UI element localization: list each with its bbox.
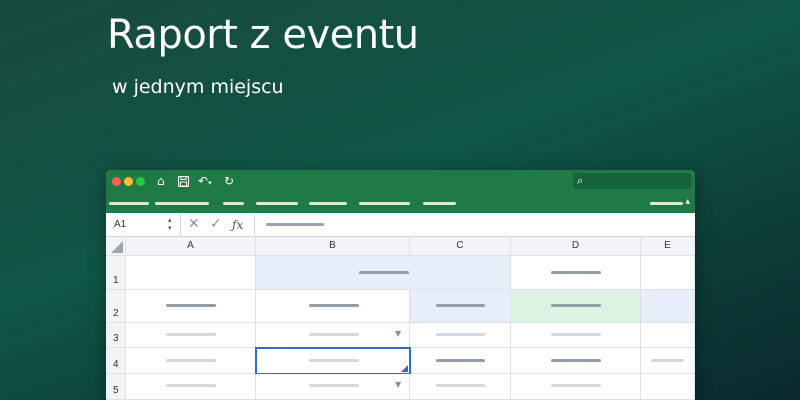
- spreadsheet-window: ⌂ ↶▾ ↻ ⌕ ▲ A1 ▴ ▾ ✕ ✓ ƒx A B C D E 1 2 3…: [106, 170, 695, 400]
- cell-d2[interactable]: [511, 290, 641, 323]
- save-icon[interactable]: [177, 174, 190, 190]
- chevron-down-icon[interactable]: ▼: [395, 329, 401, 338]
- column-header-a[interactable]: A: [126, 237, 256, 256]
- ribbon-tab[interactable]: [155, 202, 209, 205]
- cell-selection[interactable]: [255, 347, 411, 375]
- close-window-button[interactable]: [112, 177, 121, 186]
- cell-reference: A1: [114, 219, 127, 230]
- cell-e5[interactable]: [641, 374, 695, 400]
- cell-d5[interactable]: [511, 374, 641, 400]
- divider: [254, 215, 255, 235]
- row-header-2[interactable]: 2: [106, 290, 126, 323]
- cell-a4[interactable]: [126, 348, 256, 374]
- cell-c4[interactable]: [410, 348, 511, 374]
- cell-a3[interactable]: [126, 323, 256, 348]
- select-all-corner[interactable]: [106, 237, 126, 256]
- ribbon-tab[interactable]: [223, 202, 244, 205]
- cell-b5-dropdown[interactable]: ▼: [256, 374, 410, 400]
- ribbon-tab[interactable]: [309, 202, 347, 205]
- cell-b1-merged[interactable]: [256, 256, 511, 290]
- column-header-e[interactable]: E: [641, 237, 695, 256]
- cell-d4[interactable]: [511, 348, 641, 374]
- chevron-updown-icon: ▴ ▾: [168, 216, 172, 232]
- column-header-b[interactable]: B: [256, 237, 410, 256]
- row-header-4[interactable]: 4: [106, 348, 126, 374]
- cell-b3-dropdown[interactable]: ▼: [256, 323, 410, 348]
- cell-a2[interactable]: [126, 290, 256, 323]
- ribbon-tab[interactable]: [650, 202, 683, 205]
- search-icon: ⌕: [577, 174, 584, 187]
- column-header-d[interactable]: D: [511, 237, 641, 256]
- cell-d3[interactable]: [511, 323, 641, 348]
- cancel-icon[interactable]: ✕: [188, 216, 200, 232]
- title-bar: ⌂ ↶▾ ↻ ⌕ ▲: [106, 170, 695, 213]
- row-header-1[interactable]: 1: [106, 256, 126, 290]
- cell-d1[interactable]: [511, 256, 641, 290]
- chevron-down-icon[interactable]: ▼: [395, 380, 401, 389]
- name-box[interactable]: A1 ▴ ▾: [106, 213, 181, 237]
- redo-icon[interactable]: ↻: [224, 174, 234, 188]
- row-number: 1: [113, 275, 119, 286]
- function-icon[interactable]: ƒx: [232, 218, 243, 232]
- ribbon-tab[interactable]: [109, 202, 149, 205]
- undo-icon[interactable]: ↶▾: [198, 174, 212, 190]
- cell-e1[interactable]: [641, 256, 695, 290]
- maximize-window-button[interactable]: [136, 177, 145, 186]
- row-header-3[interactable]: 3: [106, 323, 126, 348]
- cell-e4[interactable]: [641, 348, 695, 374]
- ribbon-tab[interactable]: [423, 202, 456, 205]
- home-icon[interactable]: ⌂: [157, 174, 165, 188]
- cell-a1[interactable]: [126, 256, 256, 290]
- collapse-ribbon-icon[interactable]: ▲: [685, 198, 690, 205]
- formula-bar: A1 ▴ ▾ ✕ ✓ ƒx: [106, 213, 695, 237]
- hero-subtitle: w jednym miejscu: [112, 76, 284, 98]
- row-header-5[interactable]: 5: [106, 374, 126, 400]
- cell-e3[interactable]: [641, 323, 695, 348]
- hero-title: Raport z eventu: [107, 12, 419, 58]
- formula-input[interactable]: [266, 223, 324, 226]
- fill-handle[interactable]: [401, 365, 408, 372]
- cell-e2[interactable]: [641, 290, 695, 323]
- row-number: 5: [113, 385, 119, 396]
- ribbon-tab[interactable]: [359, 202, 410, 205]
- cell-b2[interactable]: [256, 290, 410, 323]
- cell-a5[interactable]: [126, 374, 256, 400]
- row-number: 3: [113, 333, 119, 344]
- ribbon-tab[interactable]: [256, 202, 298, 205]
- column-header-c[interactable]: C: [410, 237, 511, 256]
- minimize-window-button[interactable]: [124, 177, 133, 186]
- confirm-icon[interactable]: ✓: [210, 216, 222, 232]
- cell-c2[interactable]: [410, 290, 511, 323]
- cell-c5[interactable]: [410, 374, 511, 400]
- row-number: 4: [113, 359, 119, 370]
- row-number: 2: [113, 308, 119, 319]
- search-input[interactable]: ⌕: [573, 173, 691, 189]
- cell-c3[interactable]: [410, 323, 511, 348]
